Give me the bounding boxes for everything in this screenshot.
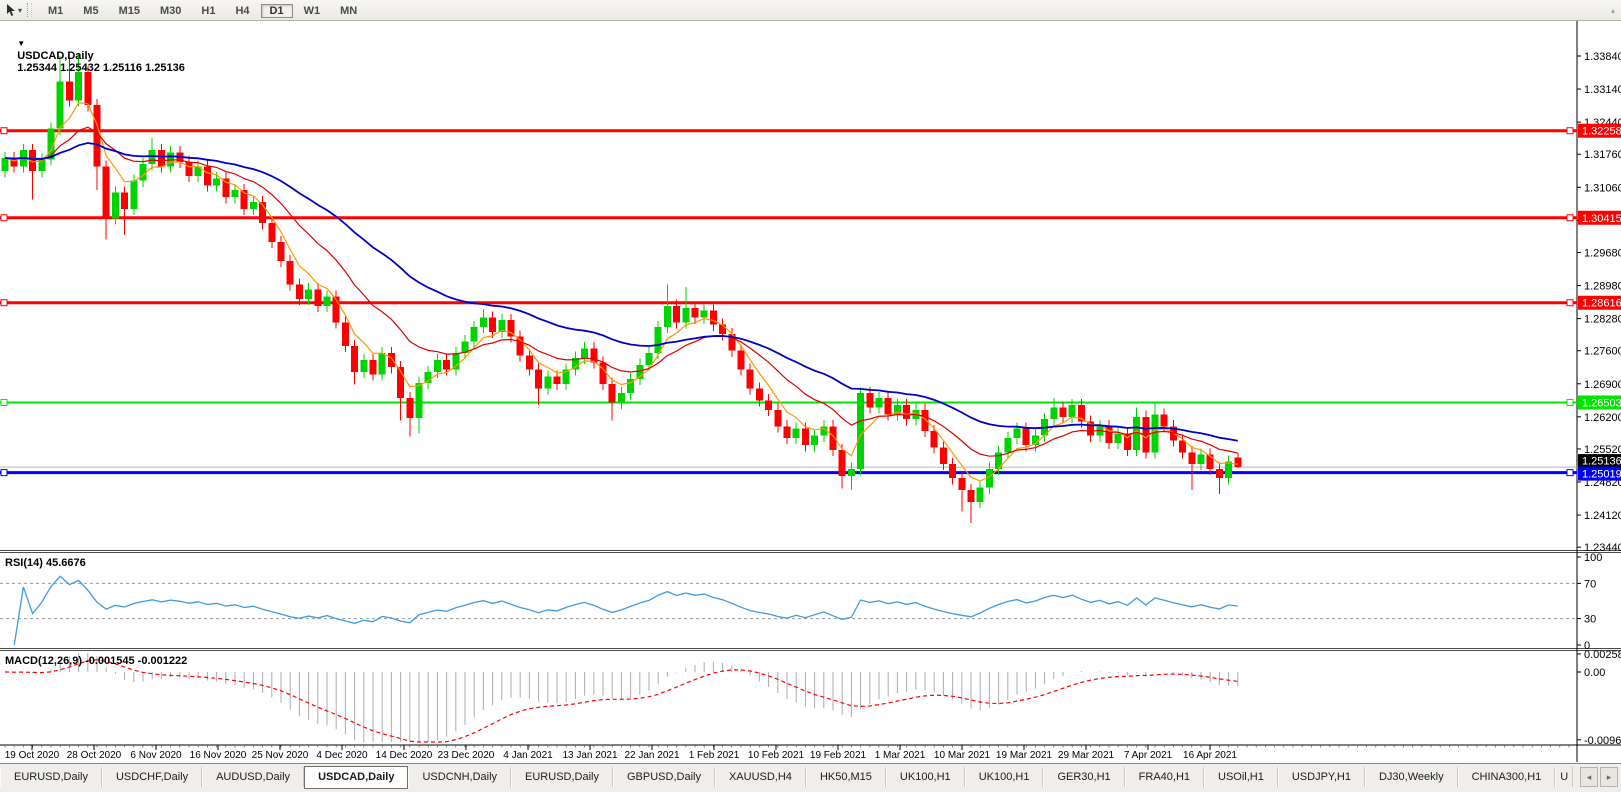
tab-ger30-h1[interactable]: GER30,H1 [1043, 767, 1125, 787]
tab-usdchf-daily[interactable]: USDCHF,Daily [101, 767, 203, 787]
svg-text:0.00: 0.00 [1584, 667, 1605, 679]
chart-title: ▼ USDCAD,Daily 1.25344 1.25432 1.25116 1… [5, 26, 185, 86]
tab-usdcnh-daily[interactable]: USDCNH,Daily [408, 767, 512, 787]
svg-text:1.26900: 1.26900 [1584, 379, 1621, 391]
ohlc-close: 1.25136 [145, 62, 185, 74]
tab-china300-h1[interactable]: CHINA300,H1 [1457, 767, 1556, 787]
tab-usdcad-daily[interactable]: USDCAD,Daily [304, 766, 409, 789]
svg-text:0.00258: 0.00258 [1584, 649, 1621, 661]
tab-items: EURUSD,Daily USDCHF,Daily AUDUSD,Daily USDC… [0, 766, 1574, 789]
macd-label: MACD(12,26,9) -0.001545 -0.001222 [5, 655, 188, 667]
svg-text:1.28280: 1.28280 [1584, 314, 1621, 326]
svg-text:1.28980: 1.28980 [1584, 281, 1621, 293]
svg-text:4 Jan 2021: 4 Jan 2021 [503, 750, 553, 761]
svg-text:22 Jan 2021: 22 Jan 2021 [624, 750, 679, 761]
rsi-label: RSI(14) 45.6676 [5, 557, 86, 569]
toolbar-grip[interactable] [27, 3, 33, 17]
timeframe-button-m30[interactable]: M30 [151, 4, 190, 18]
timeframe-button-h1[interactable]: H1 [192, 4, 224, 18]
tab-scroll-right-icon[interactable]: ▸ [1600, 767, 1618, 787]
timeframe-buttons: M1 M5 M15 M30 H1 H4 D1 W1 MN [38, 1, 367, 19]
cursor-tool-icon[interactable] [3, 3, 17, 18]
svg-text:16 Apr 2021: 16 Apr 2021 [1183, 750, 1237, 761]
tab-hk50-m15[interactable]: HK50,M15 [805, 767, 886, 787]
symbol-tab-bar: EURUSD,Daily USDCHF,Daily AUDUSD,Daily USDC… [0, 763, 1621, 792]
timeframe-button-m15[interactable]: M15 [110, 4, 149, 18]
svg-text:28 Oct 2020: 28 Oct 2020 [67, 750, 122, 761]
ohlc-high: 1.25432 [60, 62, 100, 74]
svg-text:16 Nov 2020: 16 Nov 2020 [190, 750, 247, 761]
svg-text:29 Mar 2021: 29 Mar 2021 [1058, 750, 1115, 761]
svg-text:19 Oct 2020: 19 Oct 2020 [5, 750, 60, 761]
tab-uk100-h1[interactable]: UK100,H1 [885, 767, 965, 787]
tab-scroll-buttons: ◂ ▸ [1580, 767, 1618, 787]
svg-text:-0.009687: -0.009687 [1584, 735, 1621, 747]
ohlc-low: 1.25116 [102, 62, 143, 74]
ohlc-open: 1.25344 [17, 62, 57, 74]
svg-text:1.25136: 1.25136 [1582, 456, 1621, 468]
svg-text:1 Mar 2021: 1 Mar 2021 [875, 750, 926, 761]
toolbar-scroll-icon[interactable]: ▴ [1611, 6, 1615, 15]
svg-text:1.33840: 1.33840 [1584, 51, 1621, 63]
tab-xauusd-h4[interactable]: XAUUSD,H4 [714, 767, 806, 787]
tab-usdjpy-h1[interactable]: USDJPY,H1 [1277, 767, 1365, 787]
timeframe-button-m1[interactable]: M1 [39, 4, 72, 18]
svg-text:1.32258: 1.32258 [1582, 126, 1621, 138]
chart-symbol-label: USDCAD,Daily [17, 50, 94, 62]
timeframe-button-h4[interactable]: H4 [226, 4, 258, 18]
tab-scroll-left-icon[interactable]: ◂ [1580, 767, 1598, 787]
svg-text:1.27600: 1.27600 [1584, 346, 1621, 358]
svg-text:1.29680: 1.29680 [1584, 247, 1621, 259]
svg-text:1.31760: 1.31760 [1584, 149, 1621, 161]
svg-text:4 Dec 2020: 4 Dec 2020 [316, 750, 368, 761]
svg-text:19 Feb 2021: 19 Feb 2021 [810, 750, 867, 761]
svg-text:70: 70 [1584, 578, 1596, 590]
svg-text:30: 30 [1584, 614, 1596, 626]
svg-text:14 Dec 2020: 14 Dec 2020 [376, 750, 433, 761]
tab-usoil-h1[interactable]: USOil,H1 [1204, 767, 1278, 787]
svg-text:19 Mar 2021: 19 Mar 2021 [996, 750, 1053, 761]
timeframe-button-w1[interactable]: W1 [295, 4, 330, 18]
svg-text:1.33140: 1.33140 [1584, 84, 1621, 96]
chart-canvas[interactable]: 1.338401.331401.324401.317601.310601.303… [0, 21, 1621, 763]
collapse-caret-icon[interactable]: ▼ [17, 39, 25, 48]
svg-text:1.25019: 1.25019 [1582, 469, 1621, 481]
svg-text:23 Dec 2020: 23 Dec 2020 [438, 750, 495, 761]
chevron-down-icon[interactable]: ▾ [18, 6, 22, 15]
svg-text:25 Nov 2020: 25 Nov 2020 [252, 750, 309, 761]
tab-uk100-h1[interactable]: UK100,H1 [964, 767, 1044, 787]
svg-text:1.31060: 1.31060 [1584, 182, 1621, 194]
tab-eurusd-daily[interactable]: EURUSD,Daily [511, 767, 613, 787]
svg-text:10 Feb 2021: 10 Feb 2021 [748, 750, 805, 761]
svg-text:10 Mar 2021: 10 Mar 2021 [934, 750, 991, 761]
svg-text:1.28616: 1.28616 [1582, 298, 1621, 310]
svg-text:6 Nov 2020: 6 Nov 2020 [130, 750, 182, 761]
svg-text:1.26503: 1.26503 [1582, 398, 1621, 410]
timeframe-toolbar: ▾ M1 M5 M15 M30 H1 H4 D1 W1 MN ▴ [0, 0, 1621, 21]
tab-audusd-daily[interactable]: AUDUSD,Daily [202, 767, 305, 787]
svg-text:1 Feb 2021: 1 Feb 2021 [689, 750, 740, 761]
svg-text:1.30415: 1.30415 [1582, 213, 1621, 225]
svg-text:7 Apr 2021: 7 Apr 2021 [1124, 750, 1173, 761]
svg-text:13 Jan 2021: 13 Jan 2021 [562, 750, 617, 761]
tab-gbpusd-daily[interactable]: GBPUSD,Daily [613, 767, 715, 787]
tab-u[interactable]: U [1555, 767, 1574, 787]
svg-text:100: 100 [1584, 552, 1602, 564]
mt4-window: ▾ M1 M5 M15 M30 H1 H4 D1 W1 MN ▴ 1.33840 1.33140 1… [0, 0, 1621, 792]
timeframe-button-m5[interactable]: M5 [74, 4, 107, 18]
svg-text:1.24120: 1.24120 [1584, 510, 1621, 522]
tab-eurusd-daily[interactable]: EURUSD,Daily [0, 767, 102, 787]
svg-text:1.26200: 1.26200 [1584, 412, 1621, 424]
tab-fra40-h1[interactable]: FRA40,H1 [1124, 767, 1205, 787]
timeframe-button-d1[interactable]: D1 [260, 4, 293, 18]
timeframe-button-mn[interactable]: MN [331, 4, 366, 18]
tab-dj30-weekly[interactable]: DJ30,Weekly [1364, 767, 1458, 787]
